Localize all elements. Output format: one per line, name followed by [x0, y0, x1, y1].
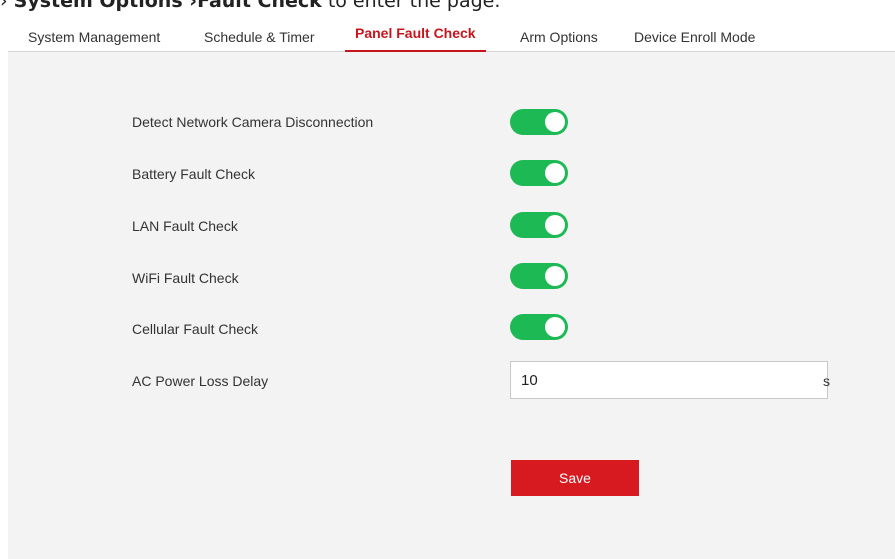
wifi-fault-check-label: WiFi Fault Check: [132, 270, 239, 286]
wifi-fault-check-toggle[interactable]: [510, 263, 568, 289]
toggle-knob: [545, 317, 565, 337]
battery-fault-check-label: Battery Fault Check: [132, 166, 255, 182]
tab-arm-options[interactable]: Arm Options: [520, 11, 598, 51]
detect-camera-disconnection-label: Detect Network Camera Disconnection: [132, 114, 374, 130]
save-button[interactable]: Save: [511, 460, 639, 496]
detect-camera-disconnection-toggle[interactable]: [510, 109, 568, 135]
tab-system-management[interactable]: System Management: [28, 11, 160, 51]
caption-prefix: ›: [0, 0, 14, 11]
toggle-knob: [545, 163, 565, 183]
ac-power-loss-delay-label: AC Power Loss Delay: [132, 373, 269, 389]
caption-suffix: to enter the page.: [321, 0, 501, 11]
lan-fault-check-label: LAN Fault Check: [132, 218, 238, 234]
cellular-fault-check-toggle[interactable]: [510, 314, 568, 340]
settings-panel: System Management Schedule & Timer Panel…: [8, 11, 895, 559]
toggle-knob: [545, 266, 565, 286]
seconds-unit-label: s: [823, 373, 830, 389]
caption-fault-check: Fault Check: [197, 0, 322, 11]
tab-panel-fault-check[interactable]: Panel Fault Check: [345, 11, 486, 52]
toggle-knob: [545, 112, 565, 132]
document-caption: › System Options ›Fault Check to enter t…: [0, 0, 895, 11]
caption-system-options: System Options: [13, 0, 183, 11]
toggle-knob: [545, 215, 565, 235]
battery-fault-check-toggle[interactable]: [510, 160, 568, 186]
tab-device-enroll-mode[interactable]: Device Enroll Mode: [634, 11, 755, 51]
lan-fault-check-toggle[interactable]: [510, 212, 568, 238]
tab-schedule-timer[interactable]: Schedule & Timer: [204, 11, 315, 51]
cellular-fault-check-label: Cellular Fault Check: [132, 321, 259, 337]
tab-bar: System Management Schedule & Timer Panel…: [8, 11, 895, 52]
caption-arrow: ›: [182, 0, 198, 11]
ac-power-loss-delay-input[interactable]: [510, 361, 828, 399]
